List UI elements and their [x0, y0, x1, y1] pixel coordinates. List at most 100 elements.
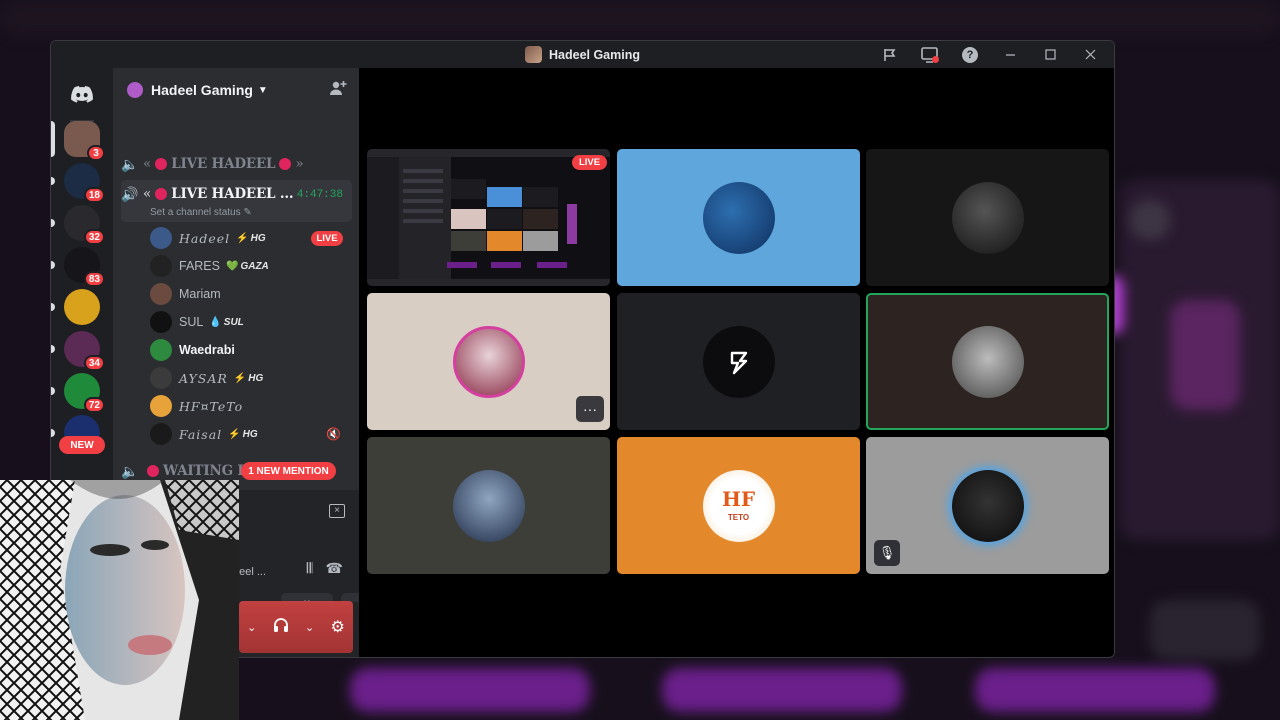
live-badge: LIVE [572, 155, 607, 170]
voice-member[interactable]: SUL 💧 SUL [150, 310, 351, 334]
member-name: Faisal [179, 426, 223, 442]
tile-bird[interactable] [617, 149, 860, 286]
teto-logo: HF TETO [702, 469, 775, 542]
tag-icon: 💧 [209, 316, 222, 328]
pencil-icon: ✎ [243, 207, 252, 218]
server-icon[interactable]: 32 [51, 205, 105, 245]
avatar [951, 325, 1024, 398]
server-unread-pill [51, 121, 55, 157]
avatar [951, 181, 1024, 254]
member-name: HF¤TeTo [179, 398, 244, 414]
server-icon[interactable]: 34 [51, 331, 105, 371]
user-controls: ⌄ ⌄ ⚙ [239, 601, 353, 653]
live-badge: LIVE [311, 230, 343, 246]
mention-badge: 3 [87, 145, 105, 161]
tile-man-jacket[interactable] [367, 437, 610, 574]
tile-pink[interactable]: ··· [367, 293, 610, 430]
tile-portrait-bw[interactable] [866, 149, 1109, 286]
new-unread-pill[interactable]: NEW [59, 436, 105, 454]
voice-channel-live-hadeel[interactable]: 🔈 « LIVE HADEEL » [121, 154, 351, 174]
member-tag: ⚡ HG [228, 428, 258, 440]
avatar [150, 227, 172, 249]
window-title: Hadeel Gaming [549, 47, 640, 62]
mention-badge: 32 [83, 229, 105, 245]
voice-member[interactable]: Mariam [150, 282, 351, 306]
member-tag: ⚡ HG [236, 232, 266, 244]
channel-name: LIVE HADEEL [171, 156, 276, 172]
maximize-icon[interactable] [1030, 41, 1070, 68]
new-mention-pill[interactable]: 1 NEW MENTION [241, 462, 336, 480]
discord-home-icon[interactable] [64, 76, 100, 112]
server-icon[interactable]: 18 [51, 163, 105, 203]
voice-member[interactable]: HF¤TeTo [150, 394, 351, 418]
invite-people-icon[interactable] [327, 80, 349, 100]
member-tag: 💧 SUL [209, 316, 244, 328]
avatar [702, 325, 775, 398]
chevron-down-icon: ▼ [257, 84, 268, 96]
video-stage: LIVE ··· HF TETO 🎙 [359, 68, 1114, 657]
tile-car[interactable] [866, 293, 1109, 430]
server-icon[interactable] [51, 289, 100, 325]
server-icon[interactable]: 72 [51, 373, 105, 413]
member-name: AYSAR [179, 370, 228, 386]
avatar [150, 339, 172, 361]
server-icon[interactable]: 83 [51, 247, 105, 287]
member-name: Waedrabi [179, 343, 235, 357]
close-icon[interactable] [1070, 41, 1110, 68]
share-status-dot [932, 56, 939, 63]
avatar [951, 469, 1024, 542]
more-options-button[interactable]: ··· [576, 396, 604, 422]
tile-logo[interactable] [617, 293, 860, 430]
avatar [452, 469, 525, 542]
avatar [150, 283, 172, 305]
muted-mic-icon: 🎙 [874, 540, 900, 566]
avatar [150, 395, 172, 417]
voice-member[interactable]: Faisal ⚡ HG 🔇 [150, 422, 351, 446]
server-boost-icon [127, 82, 143, 98]
voice-member[interactable]: Waedrabi [150, 338, 351, 362]
red-dot-icon [279, 158, 292, 170]
minimize-icon[interactable] [990, 41, 1030, 68]
avatar [150, 367, 172, 389]
muted-icon: 🔇 [326, 427, 341, 441]
avatar [452, 325, 525, 398]
channel-status[interactable]: Set a channel status ✎ [150, 207, 252, 218]
screen-share-icon[interactable] [910, 41, 950, 68]
server-unread-pill [51, 387, 55, 395]
hangup-icon[interactable]: ☎ [326, 560, 343, 577]
voice-member[interactable]: AYSAR ⚡ HG [150, 366, 351, 390]
flag-icon[interactable] [870, 41, 910, 68]
server-header[interactable]: Hadeel Gaming ▼ [113, 68, 359, 112]
server-unread-pill [51, 303, 55, 311]
member-name: SUL [179, 315, 204, 329]
chevron-down-icon[interactable]: ⌄ [305, 621, 314, 634]
tile-stream[interactable]: LIVE [367, 149, 610, 286]
speaker-icon: 🔈 [121, 155, 139, 172]
avatar [150, 423, 172, 445]
member-tag: ⚡ HG [233, 372, 264, 384]
member-name: Hadeel [179, 230, 231, 246]
help-icon[interactable]: ? [950, 41, 990, 68]
avatar [150, 255, 172, 277]
red-dot-icon [155, 158, 168, 170]
tile-blue-glow[interactable]: 🎙 [866, 437, 1109, 574]
member-name: Mariam [179, 287, 221, 301]
title-avatar [525, 46, 542, 63]
mention-badge: 18 [83, 187, 105, 203]
voice-member[interactable]: Hadeel ⚡ HG LIVE [150, 226, 351, 250]
server-unread-pill [51, 219, 55, 227]
noise-suppression-icon[interactable]: 𝄃𝄃 [307, 560, 313, 577]
voice-member[interactable]: FARES 💚 GAZA [150, 254, 351, 278]
headphones-icon[interactable] [273, 617, 289, 638]
server-icon[interactable]: 3 [51, 121, 105, 161]
channel-name: LIVE HADEEL ... [171, 186, 294, 202]
tag-icon: ⚡ [233, 372, 247, 384]
disconnect-icon[interactable]: × [329, 504, 345, 518]
tile-teto[interactable]: HF TETO [617, 437, 860, 574]
channel-timer: 4:47:38 [296, 189, 343, 201]
tag-icon: 💚 [226, 260, 239, 272]
settings-gear-icon[interactable]: ⚙ [330, 617, 344, 637]
red-dot-icon [155, 188, 168, 200]
chevron-down-icon[interactable]: ⌄ [247, 621, 256, 634]
avatar [150, 311, 172, 333]
